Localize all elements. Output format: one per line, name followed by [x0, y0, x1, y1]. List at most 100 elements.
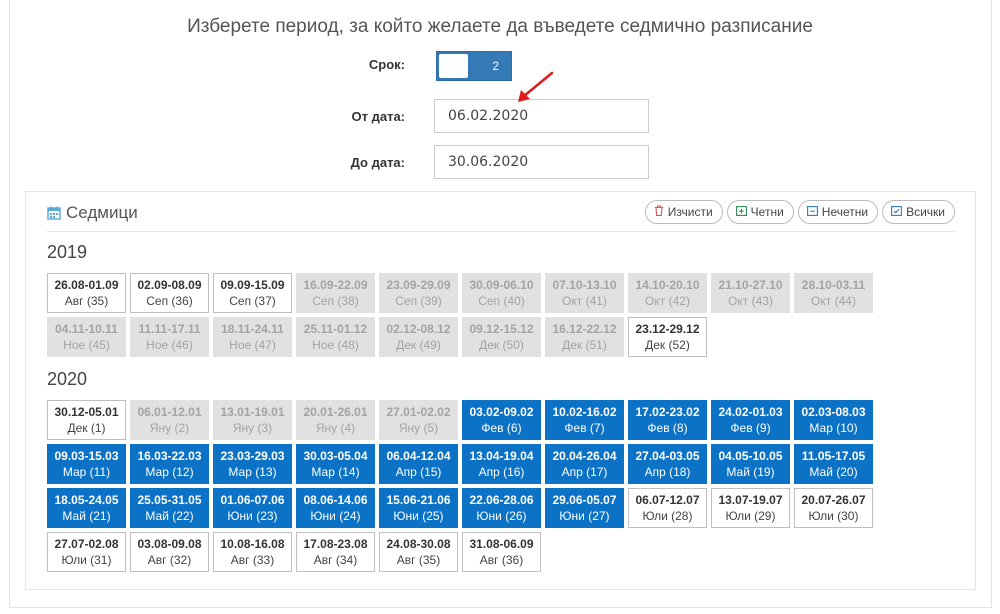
week-dates: 16.03-22.03 [137, 449, 202, 463]
week-tile[interactable]: 25.05-31.05 Май (22) [130, 488, 209, 528]
week-month-number: Ное (47) [229, 338, 276, 352]
week-dates: 06.07-12.07 [635, 493, 700, 507]
week-tile[interactable]: 24.02-01.03 Фев (9) [711, 400, 790, 440]
week-month-number: Апр (15) [395, 465, 442, 479]
week-month-number: Авг (33) [230, 553, 275, 567]
year-heading-2019: 2019 [47, 242, 88, 262]
week-tile[interactable]: 23.03-29.03 Мар (13) [213, 444, 292, 484]
term-toggle[interactable]: 2 [436, 51, 512, 81]
week-tile: 16.12-22.12 Дек (51) [545, 317, 624, 357]
week-month-number: Авг (36) [479, 553, 524, 567]
week-month-number: Юни (27) [559, 509, 610, 523]
week-tile[interactable]: 02.03-08.03 Мар (10) [794, 400, 873, 440]
week-dates: 29.06-05.07 [552, 493, 617, 507]
week-month-number: Авг (35) [396, 553, 441, 567]
week-tile[interactable]: 13.07-19.07 Юли (29) [711, 488, 790, 528]
weeks-grid-2020: 30.12-05.01 Дек (1) 06.01-12.01 Яну (2) 13.0… [47, 400, 875, 572]
week-dates: 25.11-01.12 [303, 322, 368, 336]
week-dates: 09.12-15.12 [469, 322, 534, 336]
week-month-number: Яну (4) [315, 421, 356, 435]
week-tile[interactable]: 24.08-30.08 Авг (35) [379, 532, 458, 572]
week-dates: 02.12-08.12 [386, 322, 451, 336]
week-month-number: Мар (14) [311, 465, 360, 479]
calendar-check-icon [891, 205, 903, 219]
week-tile[interactable]: 09.03-15.03 Мар (11) [47, 444, 126, 484]
week-tile[interactable]: 01.06-07.06 Юни (23) [213, 488, 292, 528]
red-arrow-annotation [518, 71, 554, 102]
week-tile[interactable]: 10.02-16.02 Фев (7) [545, 400, 624, 440]
week-dates: 31.08-06.09 [469, 537, 534, 551]
week-tile[interactable]: 03.02-09.02 Фев (6) [462, 400, 541, 440]
week-month-number: Яну (3) [232, 421, 273, 435]
week-tile: 16.09-22.09 Сеп (38) [296, 273, 375, 313]
calendar-minus-icon [806, 205, 818, 219]
week-tile[interactable]: 20.04-26.04 Апр (17) [545, 444, 624, 484]
toggle-knob[interactable] [439, 54, 468, 78]
weeks-panel-title: Седмици [47, 203, 138, 225]
week-month-number: Сеп (36) [146, 294, 193, 308]
week-tile: 07.10-13.10 Окт (41) [545, 273, 624, 313]
week-month-number: Окт (42) [645, 294, 690, 308]
week-month-number: Фев (7) [564, 421, 605, 435]
odd-button[interactable]: Нечетни [797, 200, 879, 224]
all-button[interactable]: Всички [882, 200, 955, 224]
week-tile: 11.11-17.11 Ное (46) [130, 317, 209, 357]
week-dates: 08.06-14.06 [303, 493, 368, 507]
week-tile[interactable]: 06.04-12.04 Апр (15) [379, 444, 458, 484]
week-tile[interactable]: 17.08-23.08 Авг (34) [296, 532, 375, 572]
week-month-number: Сеп (37) [229, 294, 276, 308]
week-month-number: Сеп (39) [395, 294, 442, 308]
week-tile: 20.01-26.01 Яну (4) [296, 400, 375, 440]
to-date-input[interactable]: 30.06.2020 [434, 145, 649, 179]
week-tile[interactable]: 30.03-05.04 Мар (14) [296, 444, 375, 484]
week-month-number: Ное (45) [63, 338, 110, 352]
week-tile[interactable]: 16.03-22.03 Мар (12) [130, 444, 209, 484]
week-month-number: Юни (26) [476, 509, 527, 523]
week-tile: 27.01-02.02 Яну (5) [379, 400, 458, 440]
all-button-label: Всички [906, 205, 945, 219]
week-tile[interactable]: 02.09-08.09 Сеп (36) [130, 273, 209, 313]
week-tile[interactable]: 31.08-06.09 Авг (36) [462, 532, 541, 572]
week-month-number: Дек (51) [562, 338, 607, 352]
term-value: 2 [492, 59, 499, 73]
week-tile[interactable]: 27.07-02.08 Юли (31) [47, 532, 126, 572]
week-dates: 18.05-24.05 [54, 493, 119, 507]
week-dates: 04.11-10.11 [55, 322, 118, 336]
week-tile[interactable]: 15.06-21.06 Юни (25) [379, 488, 458, 528]
week-month-number: Яну (5) [398, 421, 439, 435]
week-tile[interactable]: 10.08-16.08 Авг (33) [213, 532, 292, 572]
week-dates: 04.05-10.05 [718, 449, 783, 463]
week-month-number: Юни (25) [393, 509, 444, 523]
week-tile[interactable]: 09.09-15.09 Сеп (37) [213, 273, 292, 313]
week-tile[interactable]: 06.07-12.07 Юли (28) [628, 488, 707, 528]
week-tile[interactable]: 20.07-26.07 Юли (30) [794, 488, 873, 528]
week-month-number: Май (22) [145, 509, 194, 523]
week-tile[interactable]: 08.06-14.06 Юни (24) [296, 488, 375, 528]
week-month-number: Мар (11) [62, 465, 111, 479]
week-tile[interactable]: 04.05-10.05 Май (19) [711, 444, 790, 484]
week-tile[interactable]: 22.06-28.06 Юни (26) [462, 488, 541, 528]
week-dates: 17.02-23.02 [635, 405, 700, 419]
week-tile[interactable]: 18.05-24.05 Май (21) [47, 488, 126, 528]
week-dates: 13.04-19.04 [469, 449, 534, 463]
week-tile: 02.12-08.12 Дек (49) [379, 317, 458, 357]
week-tile: 06.01-12.01 Яну (2) [130, 400, 209, 440]
week-tile[interactable]: 23.12-29.12 Дек (52) [628, 317, 707, 357]
week-month-number: Юли (29) [725, 509, 776, 523]
week-month-number: Юни (24) [310, 509, 361, 523]
week-tile[interactable]: 29.06-05.07 Юни (27) [545, 488, 624, 528]
year-heading-2020: 2020 [47, 369, 88, 389]
even-button[interactable]: Четни [726, 200, 794, 224]
week-tile[interactable]: 03.08-09.08 Авг (32) [130, 532, 209, 572]
week-tile[interactable]: 17.02-23.02 Фев (8) [628, 400, 707, 440]
week-month-number: Юни (23) [227, 509, 278, 523]
week-tile: 04.11-10.11 Ное (45) [47, 317, 126, 357]
week-tile[interactable]: 11.05-17.05 Май (20) [794, 444, 873, 484]
week-tile[interactable]: 13.04-19.04 Апр (16) [462, 444, 541, 484]
clear-button[interactable]: Изчисти [644, 200, 723, 224]
calendar-plus-icon [735, 205, 747, 219]
week-tile[interactable]: 27.04-03.05 Апр (18) [628, 444, 707, 484]
week-tile: 30.09-06.10 Сеп (40) [462, 273, 541, 313]
week-tile[interactable]: 26.08-01.09 Авг (35) [47, 273, 126, 313]
week-tile[interactable]: 30.12-05.01 Дек (1) [47, 400, 126, 440]
